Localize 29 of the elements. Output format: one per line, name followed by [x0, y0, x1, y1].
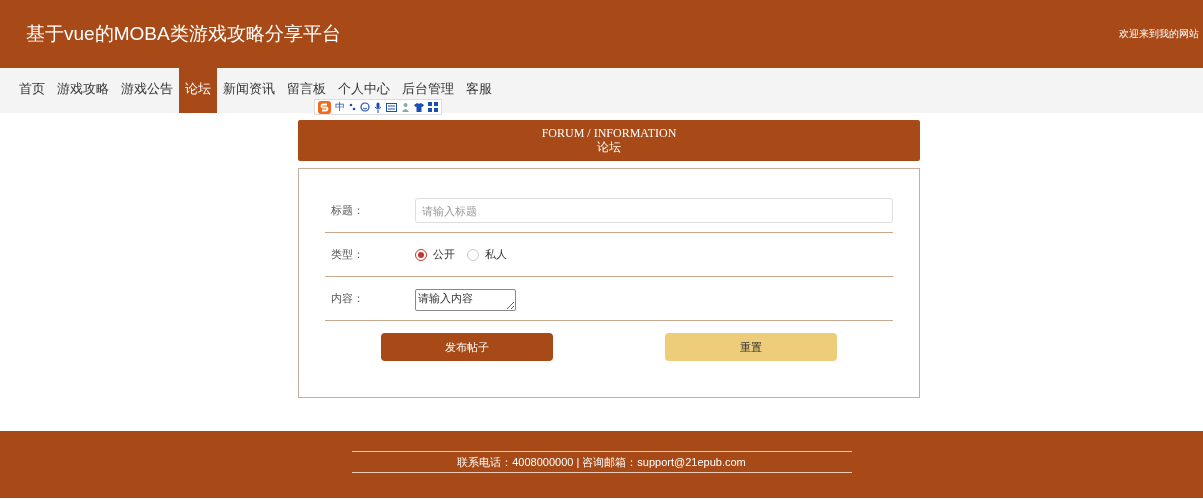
section-subtitle: 论坛 — [596, 140, 622, 154]
site-title: 基于vue的MOBA类游戏攻略分享平台 — [26, 22, 341, 46]
smiley-icon[interactable] — [360, 102, 370, 112]
radio-label: 私人 — [485, 247, 507, 262]
nav-tab[interactable]: 论坛 — [179, 68, 217, 113]
title-input[interactable]: 请输入标题 — [414, 198, 893, 223]
welcome-text: 欢迎来到我的网站 — [1119, 27, 1199, 41]
submit-button[interactable]: 发布帖子 — [381, 333, 553, 361]
nav-tab[interactable]: 客服 — [460, 68, 498, 113]
ime-mode[interactable]: 中 — [335, 100, 345, 114]
section-title: FORUM / INFORMATION — [540, 127, 678, 140]
content-textarea[interactable]: 请输入内容 — [415, 289, 516, 311]
shirt-icon[interactable] — [414, 102, 424, 112]
contact-info: 联系电话：4008000000 | 咨询邮箱：support@21epub.com — [457, 454, 746, 470]
grid-icon[interactable] — [428, 102, 438, 112]
ime-toolbar[interactable]: 中 — [314, 99, 442, 115]
nav-tab[interactable]: 游戏攻略 — [51, 68, 115, 113]
punctuation-icon[interactable] — [349, 103, 356, 111]
radio-label: 公开 — [433, 247, 455, 262]
s-logo-icon[interactable] — [318, 100, 331, 114]
nav-tab[interactable]: 首页 — [13, 68, 51, 113]
keyboard-icon[interactable] — [386, 102, 397, 112]
reset-button[interactable]: 重置 — [665, 333, 837, 361]
field-label: 类型： — [330, 247, 365, 262]
field-label: 内容： — [330, 291, 365, 306]
nav-tab[interactable]: 新闻资讯 — [217, 68, 281, 113]
field-label: 标题： — [330, 203, 365, 218]
nav-tab[interactable]: 游戏公告 — [115, 68, 179, 113]
microphone-icon[interactable] — [374, 101, 382, 113]
